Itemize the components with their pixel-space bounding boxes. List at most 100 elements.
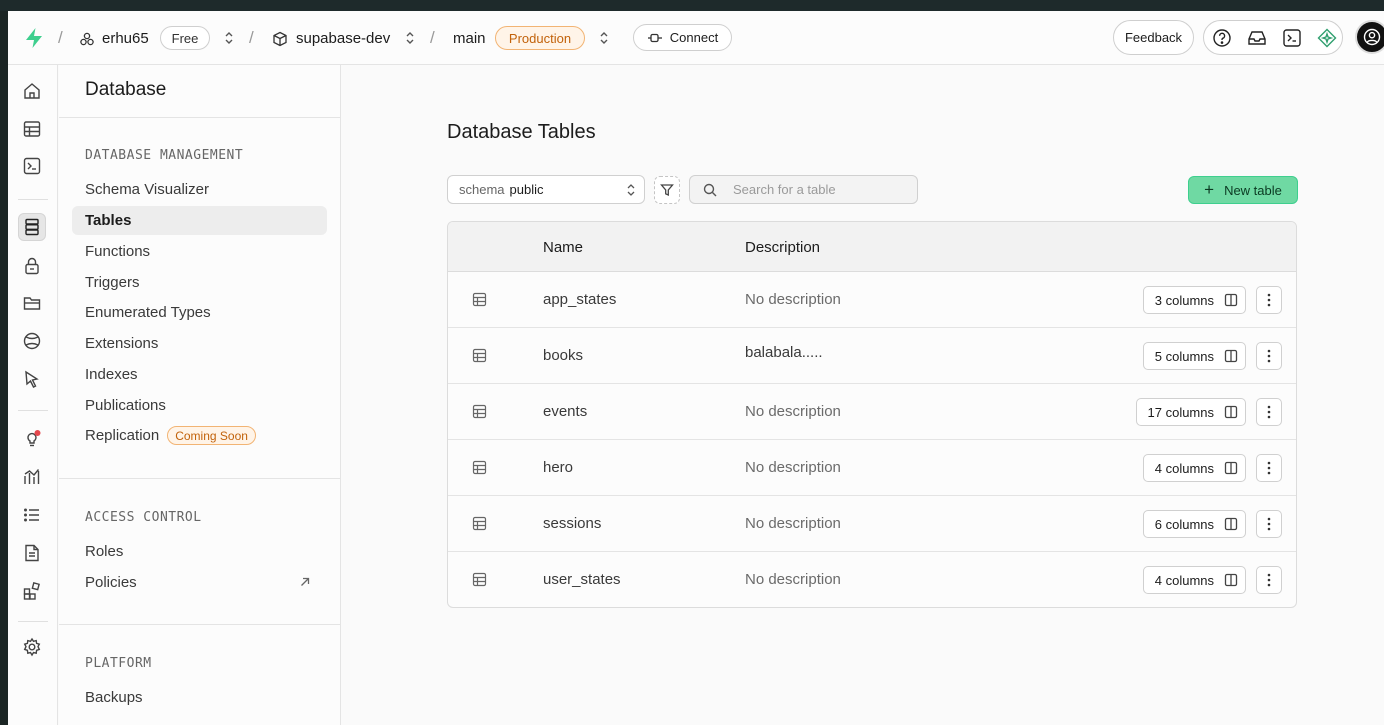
- columns-count: 4 columns: [1154, 460, 1214, 476]
- realtime-icon[interactable]: [18, 327, 46, 355]
- sidebar-item-label: Publications: [85, 397, 166, 414]
- edge-functions-icon[interactable]: [18, 365, 46, 393]
- more-options-button[interactable]: [1256, 398, 1282, 426]
- terminal-icon[interactable]: [1281, 27, 1303, 49]
- table-icon: [472, 516, 487, 531]
- table-name[interactable]: app_states: [543, 291, 616, 308]
- sidebar-item-label: Indexes: [85, 366, 138, 383]
- storage-icon[interactable]: [18, 289, 46, 317]
- sidebar-item-label: Replication: [85, 427, 160, 444]
- table-description: balabala.....: [745, 344, 823, 361]
- table-description: No description: [745, 459, 841, 476]
- more-vertical-icon: [1267, 293, 1271, 307]
- feedback-button[interactable]: Feedback: [1113, 20, 1194, 55]
- assistant-icon[interactable]: [1316, 27, 1338, 49]
- more-options-button[interactable]: [1256, 566, 1282, 594]
- table-editor-icon[interactable]: [18, 115, 46, 143]
- filter-icon: [660, 184, 674, 197]
- sidebar-item-policies[interactable]: Policies: [72, 568, 327, 597]
- help-icon[interactable]: [1211, 27, 1233, 49]
- table-name[interactable]: books: [543, 347, 583, 364]
- sidebar-item-roles[interactable]: Roles: [72, 537, 327, 566]
- table-name[interactable]: hero: [543, 459, 573, 476]
- columns-button[interactable]: 3 columns: [1142, 286, 1246, 314]
- advisors-lightbulb-icon[interactable]: [18, 425, 46, 453]
- org-chevron-icon[interactable]: [223, 30, 235, 46]
- columns-button[interactable]: 6 columns: [1142, 510, 1246, 538]
- filter-button[interactable]: [654, 176, 680, 204]
- plus-icon: +: [1204, 180, 1215, 199]
- table-row[interactable]: events No description 17 columns: [448, 384, 1296, 440]
- branch-chevron-icon[interactable]: [598, 30, 610, 46]
- plug-icon: [647, 33, 662, 42]
- schema-selector[interactable]: schema public: [447, 175, 645, 204]
- branch-name[interactable]: main: [453, 30, 486, 47]
- sql-editor-icon[interactable]: [18, 152, 46, 180]
- api-docs-icon[interactable]: [18, 539, 46, 567]
- sidebar-item-tables[interactable]: Tables: [72, 206, 327, 235]
- sidebar-item-label: Tables: [85, 212, 132, 229]
- sidebar-item-publications[interactable]: Publications: [72, 391, 327, 420]
- columns-button[interactable]: 4 columns: [1142, 454, 1246, 482]
- table-row[interactable]: user_states No description 4 columns: [448, 552, 1296, 607]
- chevron-updown-icon: [627, 184, 635, 196]
- sidebar-item-label: Extensions: [85, 335, 159, 352]
- sidebar-item-replication[interactable]: Replication Coming Soon: [72, 421, 327, 450]
- search-input[interactable]: [733, 182, 913, 197]
- project-chevron-icon[interactable]: [404, 30, 416, 46]
- org-name: erhu65: [102, 30, 149, 47]
- sidebar-item-label: Roles: [85, 543, 124, 560]
- more-vertical-icon: [1267, 405, 1271, 419]
- sidebar-item-backups[interactable]: Backups: [72, 683, 327, 712]
- table-row[interactable]: books balabala..... 5 columns: [448, 328, 1296, 384]
- inbox-icon[interactable]: [1246, 27, 1268, 49]
- connect-label: Connect: [669, 30, 719, 45]
- side-menu-title: Database: [85, 79, 167, 100]
- table-name[interactable]: events: [543, 403, 587, 420]
- sidebar-item-extensions[interactable]: Extensions: [72, 329, 327, 358]
- table-row[interactable]: hero No description 4 columns: [448, 440, 1296, 496]
- sidebar-item-schema-visualizer[interactable]: Schema Visualizer: [72, 175, 327, 204]
- table-name[interactable]: sessions: [543, 515, 601, 532]
- more-options-button[interactable]: [1256, 286, 1282, 314]
- database-icon[interactable]: [18, 213, 46, 241]
- columns-button[interactable]: 5 columns: [1142, 342, 1246, 370]
- sidebar-item-indexes[interactable]: Indexes: [72, 360, 327, 389]
- more-vertical-icon: [1267, 349, 1271, 363]
- reports-icon[interactable]: [18, 463, 46, 491]
- columns-button[interactable]: 4 columns: [1142, 566, 1246, 594]
- connect-button[interactable]: Connect: [633, 24, 732, 51]
- more-options-button[interactable]: [1256, 454, 1282, 482]
- side-divider: [59, 478, 341, 479]
- schema-value: public: [509, 182, 544, 197]
- icon-rail: [8, 65, 58, 725]
- home-icon[interactable]: [18, 77, 46, 105]
- more-options-button[interactable]: [1256, 342, 1282, 370]
- integrations-icon[interactable]: [18, 577, 46, 605]
- org-switcher[interactable]: erhu65: [79, 30, 149, 47]
- top-header: / erhu65 Free / supabase-dev / main Prod…: [8, 11, 1384, 65]
- settings-gear-icon[interactable]: [18, 633, 46, 661]
- table-row[interactable]: app_states No description 3 columns: [448, 272, 1296, 328]
- new-table-button[interactable]: + New table: [1188, 176, 1298, 204]
- more-options-button[interactable]: [1256, 510, 1282, 538]
- logs-list-icon[interactable]: [18, 501, 46, 529]
- table-row[interactable]: sessions No description 6 columns: [448, 496, 1296, 552]
- project-switcher[interactable]: supabase-dev: [272, 30, 390, 47]
- sidebar-item-enumerated-types[interactable]: Enumerated Types: [72, 298, 327, 327]
- table-description: No description: [745, 291, 841, 308]
- table-name[interactable]: user_states: [543, 571, 621, 588]
- column-header-name: Name: [543, 239, 584, 256]
- sidebar-item-label: Policies: [85, 574, 137, 591]
- sidebar-item-triggers[interactable]: Triggers: [72, 268, 327, 297]
- columns-button[interactable]: 17 columns: [1135, 398, 1246, 426]
- section-title-platform: PLATFORM: [85, 656, 152, 671]
- avatar[interactable]: [1355, 20, 1384, 54]
- external-link-icon: [301, 577, 310, 586]
- auth-lock-icon[interactable]: [18, 252, 46, 280]
- sidebar-item-label: Enumerated Types: [85, 304, 211, 321]
- sidebar-item-functions[interactable]: Functions: [72, 237, 327, 266]
- table-icon: [472, 404, 487, 419]
- supabase-logo-icon[interactable]: [24, 27, 44, 49]
- rail-divider: [18, 621, 48, 622]
